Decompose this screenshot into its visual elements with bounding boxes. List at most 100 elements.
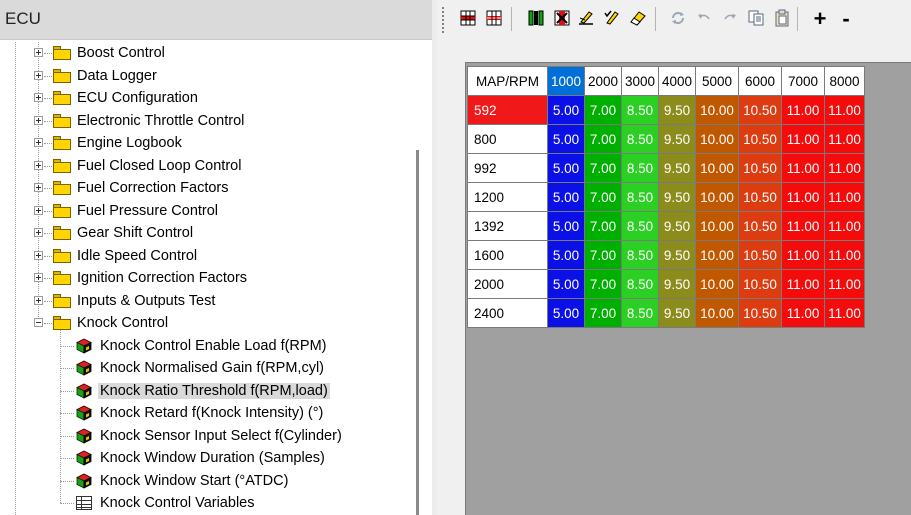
table-cell[interactable]: 11.00 bbox=[824, 124, 865, 154]
insert-row-button[interactable] bbox=[457, 8, 479, 30]
undo-button[interactable] bbox=[693, 8, 715, 30]
table-cell[interactable]: 5.00 bbox=[547, 269, 585, 299]
map-row-header[interactable]: 592 bbox=[467, 95, 548, 125]
table-cell[interactable]: 5.00 bbox=[547, 211, 585, 241]
table-cell[interactable]: 7.00 bbox=[584, 182, 622, 212]
tree-folder-data-logger[interactable]: Data Logger bbox=[53, 65, 159, 87]
expand-toggle-icon[interactable] bbox=[34, 70, 43, 80]
tree-folder-boost-control[interactable]: Boost Control bbox=[53, 42, 167, 64]
edit-pen-button[interactable] bbox=[575, 8, 597, 30]
expand-toggle-icon[interactable] bbox=[34, 273, 43, 282]
tree-item-knock-sensor-input-select-f-cylinder[interactable]: Knock Sensor Input Select f(Cylinder) bbox=[76, 425, 344, 447]
refresh-button[interactable] bbox=[667, 8, 689, 30]
table-cell[interactable]: 5.00 bbox=[547, 240, 585, 270]
collapse-toggle-icon[interactable] bbox=[34, 318, 43, 327]
table-cell[interactable]: 10.50 bbox=[738, 211, 782, 241]
delete-row-button[interactable] bbox=[483, 8, 505, 30]
tree-item-knock-control-variables[interactable]: Knock Control Variables bbox=[76, 492, 256, 514]
rpm-column-header[interactable]: 7000 bbox=[781, 66, 825, 96]
tree-folder-ignition-correction-factors[interactable]: Ignition Correction Factors bbox=[53, 267, 249, 289]
edit-checkmark-button[interactable] bbox=[601, 8, 623, 30]
table-cell[interactable]: 7.00 bbox=[584, 211, 622, 241]
table-cell[interactable]: 11.00 bbox=[824, 240, 865, 270]
expand-toggle-icon[interactable] bbox=[34, 228, 43, 237]
table-cell[interactable]: 10.00 bbox=[695, 153, 739, 183]
table-cell[interactable]: 11.00 bbox=[824, 95, 865, 125]
table-cell[interactable]: 11.00 bbox=[781, 182, 825, 212]
tree-folder-idle-speed-control[interactable]: Idle Speed Control bbox=[53, 245, 199, 267]
tree-item-knock-retard-f-knock-intensity[interactable]: Knock Retard f(Knock Intensity) (°) bbox=[76, 402, 325, 424]
tree-item-knock-normalised-gain-f-rpm-cyl[interactable]: Knock Normalised Gain f(RPM,cyl) bbox=[76, 357, 326, 379]
table-cell[interactable]: 11.00 bbox=[824, 153, 865, 183]
table-cell[interactable]: 10.00 bbox=[695, 211, 739, 241]
table-cell[interactable]: 10.00 bbox=[695, 269, 739, 299]
table-cell[interactable]: 5.00 bbox=[547, 182, 585, 212]
expand-toggle-icon[interactable] bbox=[34, 205, 43, 215]
expand-toggle-icon[interactable] bbox=[34, 295, 43, 305]
expand-toggle-icon[interactable] bbox=[34, 250, 43, 260]
table-cell[interactable]: 11.00 bbox=[781, 298, 825, 328]
table-cell[interactable]: 9.50 bbox=[658, 182, 696, 212]
table-cell[interactable]: 11.00 bbox=[781, 211, 825, 241]
table-cell[interactable]: 8.50 bbox=[621, 124, 659, 154]
table-cell[interactable]: 11.00 bbox=[781, 269, 825, 299]
table-cell[interactable]: 7.00 bbox=[584, 95, 622, 125]
rpm-column-header[interactable]: 4000 bbox=[658, 66, 696, 96]
table-cell[interactable]: 7.00 bbox=[584, 298, 622, 328]
delete-column-button[interactable] bbox=[551, 8, 573, 30]
table-cell[interactable]: 10.00 bbox=[695, 182, 739, 212]
map-row-header[interactable]: 2000 bbox=[467, 269, 548, 299]
tree-item-knock-control-enable-load-f-rpm[interactable]: Knock Control Enable Load f(RPM) bbox=[76, 335, 328, 357]
table-cell[interactable]: 11.00 bbox=[781, 240, 825, 270]
table-cell[interactable]: 9.50 bbox=[658, 240, 696, 270]
table-cell[interactable]: 11.00 bbox=[824, 182, 865, 212]
table-cell[interactable]: 8.50 bbox=[621, 269, 659, 299]
table-cell[interactable]: 10.00 bbox=[695, 95, 739, 125]
rpm-column-header[interactable]: 2000 bbox=[584, 66, 622, 96]
table-cell[interactable]: 9.50 bbox=[658, 124, 696, 154]
expand-toggle-icon[interactable] bbox=[34, 138, 43, 147]
expand-toggle-icon[interactable] bbox=[34, 115, 43, 125]
tree-folder-fuel-correction-factors[interactable]: Fuel Correction Factors bbox=[53, 177, 231, 199]
table-cell[interactable]: 7.00 bbox=[584, 124, 622, 154]
redo-button[interactable] bbox=[719, 8, 741, 30]
table-cell[interactable]: 8.50 bbox=[621, 95, 659, 125]
copy-button[interactable] bbox=[745, 8, 767, 30]
map-row-header[interactable]: 1600 bbox=[467, 240, 548, 270]
tree-folder-fuel-closed-loop-control[interactable]: Fuel Closed Loop Control bbox=[53, 155, 243, 177]
table-cell[interactable]: 11.00 bbox=[781, 95, 825, 125]
rpm-column-header[interactable]: 5000 bbox=[695, 66, 739, 96]
map-row-header[interactable]: 2400 bbox=[467, 298, 548, 328]
table-cell[interactable]: 11.00 bbox=[824, 211, 865, 241]
table-cell[interactable]: 10.00 bbox=[695, 298, 739, 328]
expand-toggle-icon[interactable] bbox=[34, 48, 43, 57]
tree-folder-engine-logbook[interactable]: Engine Logbook bbox=[53, 132, 184, 154]
tree-folder-knock-control[interactable]: Knock Control bbox=[53, 312, 170, 334]
table-cell[interactable]: 10.50 bbox=[738, 153, 782, 183]
table-cell[interactable]: 10.00 bbox=[695, 240, 739, 270]
table-cell[interactable]: 7.00 bbox=[584, 269, 622, 299]
table-cell[interactable]: 10.50 bbox=[738, 298, 782, 328]
table-cell[interactable]: 8.50 bbox=[621, 182, 659, 212]
table-cell[interactable]: 7.00 bbox=[584, 240, 622, 270]
table-cell[interactable]: 11.00 bbox=[824, 298, 865, 328]
table-cell[interactable]: 10.50 bbox=[738, 240, 782, 270]
ecu-tree[interactable]: Boost Control Data Logger ECU Configuratio… bbox=[0, 42, 432, 515]
table-cell[interactable]: 8.50 bbox=[621, 153, 659, 183]
tree-item-knock-window-duration-samples[interactable]: Knock Window Duration (Samples) bbox=[76, 447, 327, 469]
expand-toggle-icon[interactable] bbox=[34, 160, 43, 170]
rpm-column-header[interactable]: 3000 bbox=[621, 66, 659, 96]
table-cell[interactable]: 10.00 bbox=[695, 124, 739, 154]
table-cell[interactable]: 7.00 bbox=[584, 153, 622, 183]
rpm-column-header[interactable]: 1000 bbox=[547, 66, 585, 96]
tree-folder-gear-shift-control[interactable]: Gear Shift Control bbox=[53, 222, 195, 244]
rpm-column-header[interactable]: 8000 bbox=[824, 66, 865, 96]
table-cell[interactable]: 10.50 bbox=[738, 124, 782, 154]
map-row-header[interactable]: 1200 bbox=[467, 182, 548, 212]
map-row-header[interactable]: 800 bbox=[467, 124, 548, 154]
paste-button[interactable] bbox=[771, 8, 793, 30]
table-cell[interactable]: 10.50 bbox=[738, 95, 782, 125]
table-cell[interactable]: 5.00 bbox=[547, 124, 585, 154]
tree-folder-inputs-outputs-test[interactable]: Inputs & Outputs Test bbox=[53, 290, 217, 312]
tree-item-knock-ratio-threshold-f-rpm-load[interactable]: Knock Ratio Threshold f(RPM,load) bbox=[76, 380, 330, 402]
